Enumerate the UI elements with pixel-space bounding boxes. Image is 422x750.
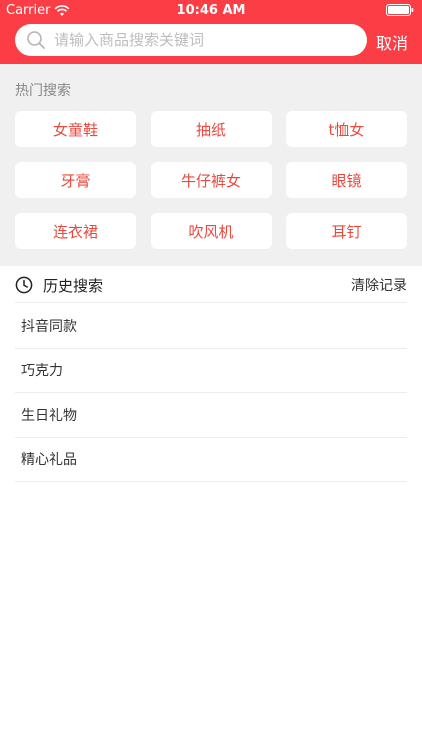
hot-tag[interactable]: 女童鞋 — [15, 111, 136, 147]
hot-tag[interactable]: 连衣裙 — [15, 213, 136, 249]
hot-search-title: 热门搜索 — [15, 83, 71, 99]
history-item[interactable]: 抖音同款 — [15, 304, 407, 349]
history-item[interactable]: 生日礼物 — [15, 393, 407, 438]
search-box[interactable] — [15, 24, 367, 56]
hot-tag[interactable]: 牙膏 — [15, 162, 136, 198]
hot-tag[interactable]: 耳钉 — [286, 213, 407, 249]
search-input[interactable] — [54, 31, 344, 49]
hot-tag[interactable]: 吹风机 — [150, 213, 272, 249]
clear-history-button[interactable]: 清除记录 — [351, 275, 407, 295]
clock-icon — [15, 276, 33, 294]
hot-search-tags: 女童鞋 抽纸 t恤女 牙膏 牛仔裤女 眼镜 连衣裙 吹风机 耳钉 — [15, 111, 407, 249]
status-bar: Carrier 10:46 AM — [0, 0, 422, 20]
history-title: 历史搜索 — [43, 276, 104, 295]
divider — [15, 302, 407, 303]
history-header: 历史搜索 清除记录 — [15, 272, 407, 298]
cancel-button[interactable]: 取消 — [376, 30, 408, 54]
history-list: 抖音同款 巧克力 生日礼物 精心礼品 — [15, 304, 407, 482]
hot-tag[interactable]: 牛仔裤女 — [150, 162, 272, 198]
status-time: 10:46 AM — [176, 3, 246, 18]
history-item[interactable]: 精心礼品 — [15, 438, 407, 482]
battery-icon — [386, 4, 414, 16]
history-item[interactable]: 巧克力 — [15, 349, 407, 393]
search-icon — [27, 31, 45, 49]
hot-search-section: 热门搜索 女童鞋 抽纸 t恤女 牙膏 牛仔裤女 眼镜 连衣裙 吹风机 耳钉 — [0, 64, 422, 266]
hot-tag[interactable]: 眼镜 — [286, 162, 407, 198]
header-bar: Carrier 10:46 AM 取消 — [0, 0, 422, 64]
hot-tag[interactable]: 抽纸 — [150, 111, 272, 147]
hot-tag[interactable]: t恤女 — [286, 111, 407, 147]
